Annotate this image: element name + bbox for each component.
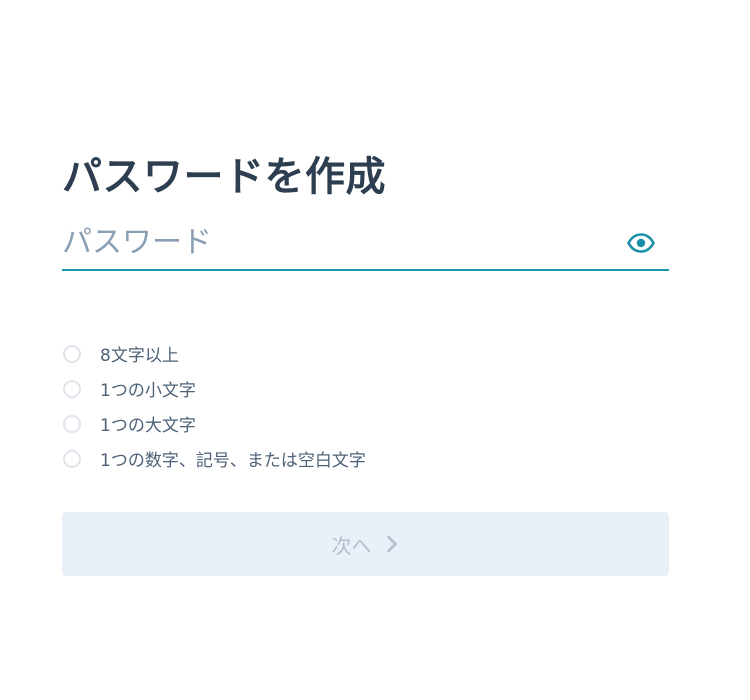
show-password-button[interactable] — [627, 232, 655, 254]
requirement-status-circle — [63, 414, 81, 433]
requirement-label: 8文字以上 — [100, 346, 179, 366]
chevron-right-icon — [386, 534, 400, 554]
requirement-status-circle — [63, 379, 81, 398]
requirement-item: 1つの大文字 — [62, 406, 669, 441]
create-password-form: パスワードを作成 8文字以上 1つの小文字 1つの大文字 1つの数字、記号、また… — [62, 0, 669, 700]
page-title: パスワードを作成 — [62, 153, 386, 200]
next-button-label: 次へ — [331, 533, 372, 558]
requirement-status-circle — [63, 344, 81, 363]
password-requirements: 8文字以上 1つの小文字 1つの大文字 1つの数字、記号、または空白文字 — [62, 336, 669, 476]
requirement-label: 1つの大文字 — [100, 416, 196, 436]
requirement-label: 1つの数字、記号、または空白文字 — [100, 451, 366, 471]
next-button[interactable]: 次へ — [62, 512, 669, 576]
eye-icon — [627, 233, 655, 253]
requirement-item: 1つの小文字 — [62, 371, 669, 406]
requirement-item: 8文字以上 — [62, 336, 669, 371]
password-field — [62, 216, 669, 271]
requirement-status-circle — [63, 449, 81, 468]
password-input[interactable] — [62, 220, 612, 264]
requirement-item: 1つの数字、記号、または空白文字 — [62, 441, 669, 476]
requirement-label: 1つの小文字 — [100, 381, 196, 401]
